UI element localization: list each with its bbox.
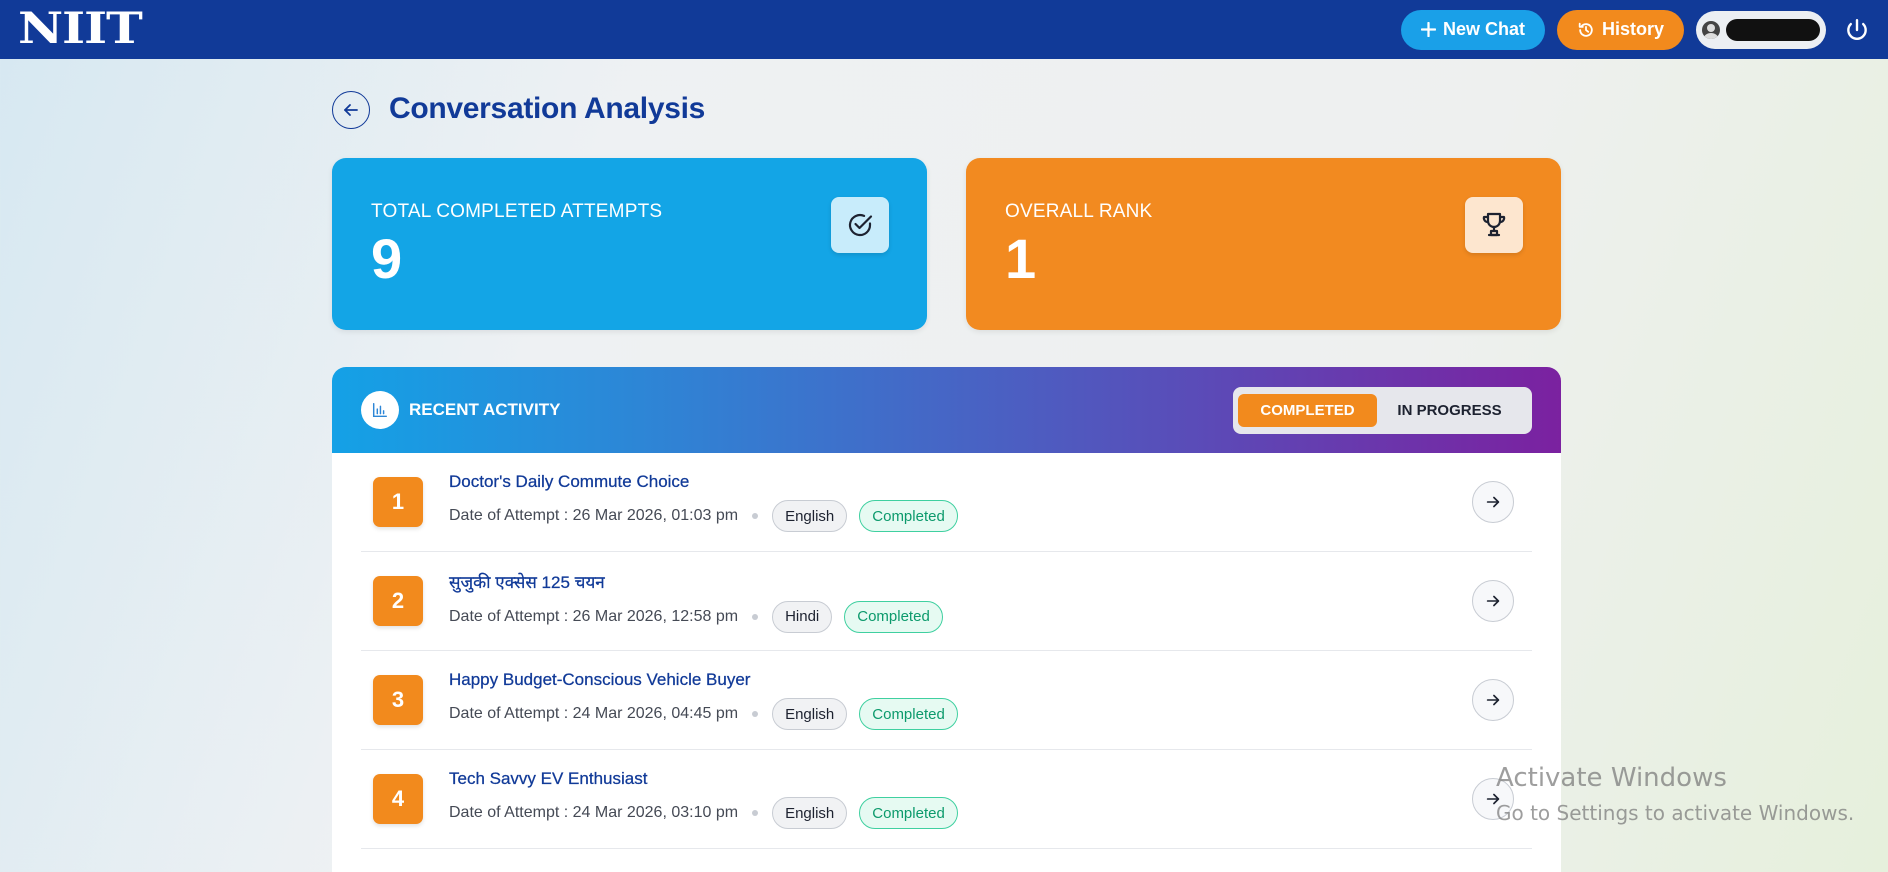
arrow-right-icon: [1486, 793, 1500, 805]
open-attempt-button[interactable]: [1472, 778, 1514, 820]
status-badge: Completed: [859, 797, 958, 829]
chart-icon-circle: [361, 391, 399, 429]
attempt-date: Date of Attempt : 24 Mar 2026, 03:10 pm: [449, 804, 739, 821]
activity-list: 1 Doctor's Daily Commute Choice Date of …: [332, 453, 1561, 849]
language-chip: English: [772, 500, 848, 532]
row-body: Doctor's Daily Commute Choice Date of At…: [449, 472, 958, 532]
stat-icon-box: [831, 197, 889, 253]
row-body: Tech Savvy EV Enthusiast Date of Attempt…: [449, 769, 958, 829]
power-icon[interactable]: [1844, 17, 1870, 43]
separator-dot: [752, 613, 759, 620]
row-title[interactable]: सुजुकी एक्सेस 125 चयन: [449, 570, 943, 593]
history-label: History: [1601, 19, 1664, 39]
stat-label: TOTAL COMPLETED ATTEMPTS: [371, 201, 663, 222]
attempt-date: Date of Attempt : 26 Mar 2026, 01:03 pm: [449, 507, 739, 524]
row-meta: Date of Attempt : 24 Mar 2026, 03:10 pm …: [449, 797, 958, 829]
stat-icon-box: [1465, 197, 1523, 253]
plus-icon: [1420, 22, 1436, 37]
rank-badge: 4: [373, 774, 423, 824]
row-body: Happy Budget-Conscious Vehicle Buyer Dat…: [449, 670, 958, 730]
total-completed-attempts-card: TOTAL COMPLETED ATTEMPTS 9: [332, 158, 927, 330]
row-meta: Date of Attempt : 26 Mar 2026, 01:03 pm …: [449, 500, 958, 532]
history-icon: [1578, 22, 1593, 37]
attempt-date: Date of Attempt : 24 Mar 2026, 04:45 pm: [449, 705, 739, 722]
activity-row[interactable]: 2 सुजुकी एक्सेस 125 चयन Date of Attempt …: [361, 552, 1532, 651]
rank-badge: 2: [373, 576, 423, 626]
separator-dot: [752, 513, 759, 519]
open-attempt-button[interactable]: [1472, 481, 1514, 523]
new-chat-label: New Chat: [1442, 19, 1525, 39]
rank-badge: 3: [373, 675, 423, 725]
back-button[interactable]: [332, 91, 370, 129]
activity-row[interactable]: 4 Tech Savvy EV Enthusiast Date of Attem…: [361, 750, 1532, 849]
stat-value: 1: [1005, 227, 1037, 290]
overall-rank-card: OVERALL RANK 1: [966, 158, 1561, 330]
activity-title-label: RECENT ACTIVITY: [409, 400, 561, 419]
history-button[interactable]: History: [1556, 9, 1684, 50]
activity-row[interactable]: 1 Doctor's Daily Commute Choice Date of …: [361, 453, 1532, 552]
stat-label: OVERALL RANK: [1005, 201, 1153, 222]
row-meta: Date of Attempt : 26 Mar 2026, 12:58 pm …: [449, 600, 943, 633]
rank-badge: 1: [373, 477, 423, 527]
separator-dot: [752, 810, 759, 816]
bar-chart-icon: [372, 402, 388, 418]
arrow-right-icon: [1486, 496, 1500, 508]
tab-completed[interactable]: COMPLETED: [1238, 393, 1377, 427]
open-attempt-button[interactable]: [1472, 679, 1514, 721]
recent-activity-panel: RECENT ACTIVITY COMPLETED IN PROGRESS 1 …: [332, 367, 1561, 872]
status-badge: Completed: [844, 600, 943, 633]
language-chip: Hindi: [772, 600, 833, 633]
activity-row[interactable]: 3 Happy Budget-Conscious Vehicle Buyer D…: [361, 651, 1532, 750]
row-title[interactable]: Happy Budget-Conscious Vehicle Buyer: [449, 670, 958, 690]
stat-value: 9: [371, 227, 403, 290]
status-badge: Completed: [859, 698, 958, 730]
user-icon: [1702, 20, 1720, 39]
tab-in-progress[interactable]: IN PROGRESS: [1377, 394, 1522, 427]
open-attempt-button[interactable]: [1472, 580, 1514, 622]
row-title[interactable]: Doctor's Daily Commute Choice: [449, 472, 958, 492]
trophy-icon: [1482, 212, 1506, 237]
row-meta: Date of Attempt : 24 Mar 2026, 04:45 pm …: [449, 698, 958, 730]
attempt-date: Date of Attempt : 26 Mar 2026, 12:58 pm: [449, 607, 739, 625]
activity-filter-toggle: COMPLETED IN PROGRESS: [1233, 386, 1532, 434]
status-badge: Completed: [859, 500, 958, 532]
new-chat-button[interactable]: New Chat: [1400, 9, 1545, 50]
top-navigation-bar: NIIT New Chat History: [0, 0, 1888, 59]
niit-logo[interactable]: NIIT: [18, 8, 143, 51]
arrow-left-icon: [344, 104, 358, 116]
row-title[interactable]: Tech Savvy EV Enthusiast: [449, 769, 958, 789]
activity-header: RECENT ACTIVITY COMPLETED IN PROGRESS: [332, 367, 1561, 453]
arrow-right-icon: [1486, 694, 1500, 706]
user-profile-pill[interactable]: [1696, 10, 1826, 49]
language-chip: English: [772, 797, 848, 829]
user-name-redacted: [1726, 18, 1820, 41]
row-body: सुजुकी एक्सेस 125 चयन Date of Attempt : …: [449, 570, 943, 633]
activity-title: RECENT ACTIVITY: [361, 391, 560, 429]
check-circle-icon: [848, 213, 873, 237]
arrow-right-icon: [1486, 595, 1500, 607]
separator-dot: [752, 711, 759, 717]
top-right-controls: New Chat History: [1400, 9, 1870, 50]
page-title: Conversation Analysis: [389, 92, 706, 125]
language-chip: English: [772, 698, 848, 730]
